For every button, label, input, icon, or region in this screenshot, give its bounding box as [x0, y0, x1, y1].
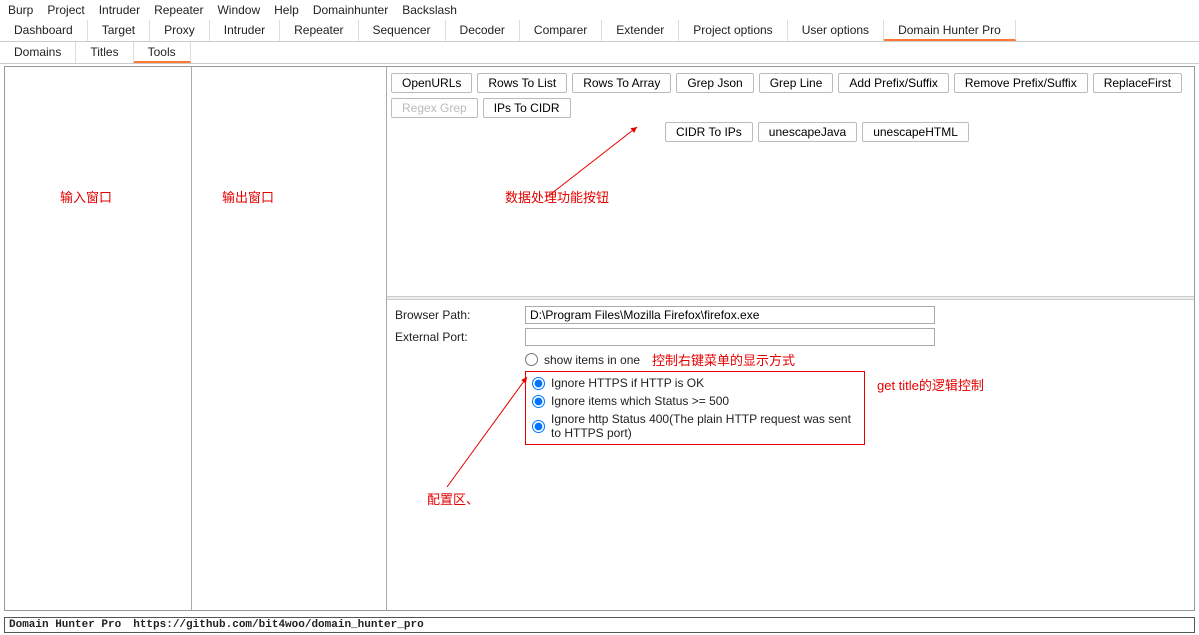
- output-pane[interactable]: 输出窗口: [192, 67, 387, 610]
- ips-to-cidr-button[interactable]: IPs To CIDR: [483, 98, 571, 118]
- status-product-name: Domain Hunter Pro: [9, 619, 121, 631]
- grep-json-button[interactable]: Grep Json: [676, 73, 753, 93]
- ignore-status-400-radio[interactable]: [532, 420, 545, 433]
- tab-proxy[interactable]: Proxy: [150, 20, 210, 41]
- ignore-options-box: Ignore HTTPS if HTTP is OK Ignore items …: [525, 371, 865, 445]
- menu-domainhunter[interactable]: Domainhunter: [313, 3, 388, 17]
- menu-repeater[interactable]: Repeater: [154, 3, 203, 17]
- menu-backslash[interactable]: Backslash: [402, 3, 457, 17]
- right-pane: OpenURLs Rows To List Rows To Array Grep…: [387, 67, 1194, 610]
- open-urls-button[interactable]: OpenURLs: [391, 73, 472, 93]
- menu-project[interactable]: Project: [47, 3, 84, 17]
- menu-window[interactable]: Window: [217, 3, 260, 17]
- main-tabs: Dashboard Target Proxy Intruder Repeater…: [0, 20, 1199, 42]
- workspace: 输入窗口 输出窗口 OpenURLs Rows To List Rows To …: [4, 66, 1195, 611]
- status-bar: Domain Hunter Pro https://github.com/bit…: [4, 617, 1195, 633]
- button-bar-row1: OpenURLs Rows To List Rows To Array Grep…: [387, 67, 1194, 122]
- button-bar-row2: CIDR To IPs unescapeJava unescapeHTML: [661, 122, 1194, 146]
- annotation-logic: get title的逻辑控制: [877, 375, 984, 394]
- tab-comparer[interactable]: Comparer: [520, 20, 602, 41]
- status-url: https://github.com/bit4woo/domain_hunter…: [133, 619, 423, 631]
- cidr-to-ips-button[interactable]: CIDR To IPs: [665, 122, 753, 142]
- rows-to-list-button[interactable]: Rows To List: [477, 73, 567, 93]
- browser-path-label: Browser Path:: [395, 308, 525, 322]
- add-prefix-suffix-button[interactable]: Add Prefix/Suffix: [838, 73, 949, 93]
- remove-prefix-suffix-button[interactable]: Remove Prefix/Suffix: [954, 73, 1088, 93]
- show-items-one-label: show items in one: [544, 353, 640, 367]
- annotation-output: 输出窗口: [222, 187, 274, 206]
- menu-intruder[interactable]: Intruder: [99, 3, 140, 17]
- tab-dashboard[interactable]: Dashboard: [0, 20, 88, 41]
- browser-path-input[interactable]: [525, 306, 935, 324]
- sub-tab-tools[interactable]: Tools: [134, 42, 191, 63]
- tab-domain-hunter-pro[interactable]: Domain Hunter Pro: [884, 20, 1016, 41]
- tab-intruder[interactable]: Intruder: [210, 20, 280, 41]
- tab-target[interactable]: Target: [88, 20, 150, 41]
- rows-to-array-button[interactable]: Rows To Array: [572, 73, 671, 93]
- external-port-input[interactable]: [525, 328, 935, 346]
- config-area: Browser Path: External Port: show items …: [387, 300, 1194, 451]
- regex-grep-button: Regex Grep: [391, 98, 478, 118]
- sub-tabs: Domains Titles Tools: [0, 42, 1199, 64]
- menubar: Burp Project Intruder Repeater Window He…: [0, 0, 1199, 20]
- unescape-java-button[interactable]: unescapeJava: [758, 122, 857, 142]
- tab-sequencer[interactable]: Sequencer: [359, 20, 446, 41]
- upper-spacer: [387, 146, 1194, 296]
- replace-first-button[interactable]: ReplaceFirst: [1093, 73, 1182, 93]
- sub-tab-titles[interactable]: Titles: [76, 42, 133, 63]
- annotation-input: 输入窗口: [60, 187, 112, 206]
- tab-user-options[interactable]: User options: [788, 20, 884, 41]
- input-pane[interactable]: 输入窗口: [5, 67, 192, 610]
- unescape-html-button[interactable]: unescapeHTML: [862, 122, 969, 142]
- external-port-label: External Port:: [395, 330, 525, 344]
- annotation-radio: 控制右键菜单的显示方式: [652, 350, 795, 369]
- menu-burp[interactable]: Burp: [8, 3, 33, 17]
- ignore-status-500-label: Ignore items which Status >= 500: [551, 394, 729, 408]
- grep-line-button[interactable]: Grep Line: [759, 73, 834, 93]
- tab-extender[interactable]: Extender: [602, 20, 679, 41]
- ignore-https-radio[interactable]: [532, 377, 545, 390]
- ignore-status-500-radio[interactable]: [532, 395, 545, 408]
- tab-decoder[interactable]: Decoder: [446, 20, 520, 41]
- annotation-config: 配置区、: [427, 489, 479, 508]
- ignore-https-label: Ignore HTTPS if HTTP is OK: [551, 376, 704, 390]
- ignore-status-400-label: Ignore http Status 400(The plain HTTP re…: [551, 412, 858, 440]
- sub-tab-domains[interactable]: Domains: [0, 42, 76, 63]
- tab-repeater[interactable]: Repeater: [280, 20, 358, 41]
- tab-project-options[interactable]: Project options: [679, 20, 787, 41]
- menu-help[interactable]: Help: [274, 3, 299, 17]
- show-items-one-radio[interactable]: [525, 353, 538, 366]
